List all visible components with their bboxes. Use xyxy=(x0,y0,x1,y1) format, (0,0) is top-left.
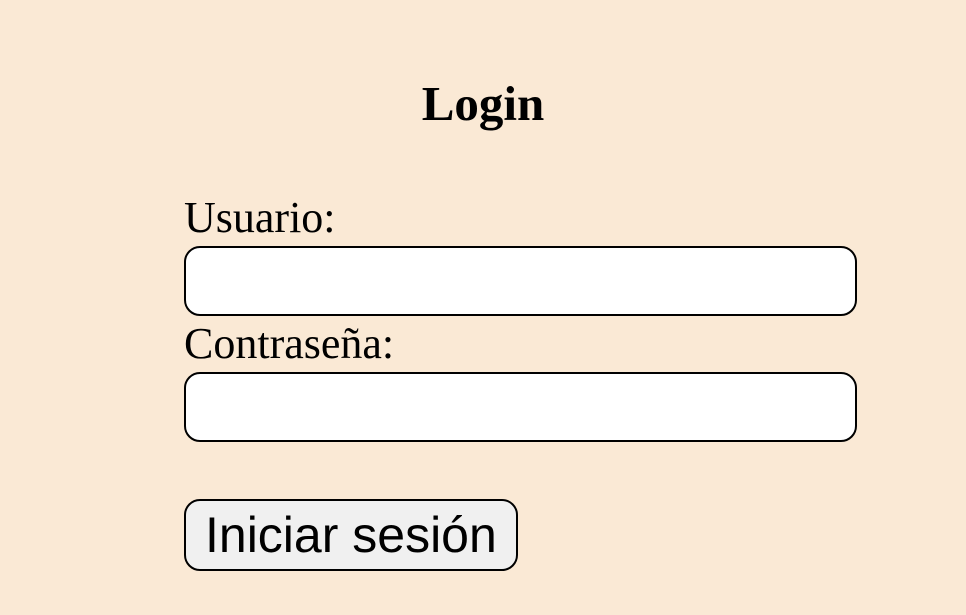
page-title: Login xyxy=(421,76,545,131)
password-input[interactable] xyxy=(184,372,857,442)
password-label: Contraseña: xyxy=(184,319,395,368)
username-label: Usuario: xyxy=(184,193,336,242)
login-button[interactable]: Iniciar sesión xyxy=(184,499,518,571)
login-form: Usuario: Contraseña: xyxy=(184,190,858,442)
username-input[interactable] xyxy=(184,246,857,316)
